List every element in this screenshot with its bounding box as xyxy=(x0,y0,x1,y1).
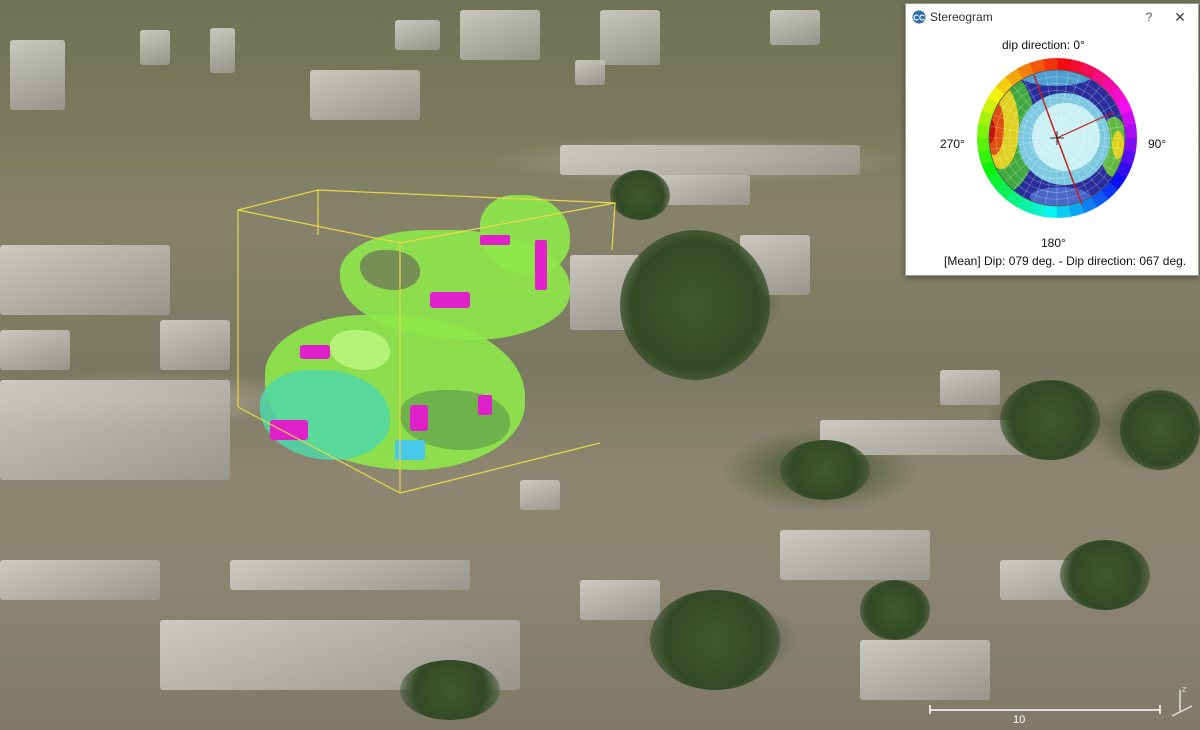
dialog-title: Stereogram xyxy=(930,10,993,24)
color-ring-segment xyxy=(1123,124,1137,139)
west-label: 270° xyxy=(940,137,965,151)
stereogram-dialog[interactable]: CC Stereogram ? ✕ dip direction: 0° 270°… xyxy=(905,3,1199,276)
color-ring-segment xyxy=(1056,204,1071,218)
scale-bar-label: 10 xyxy=(1013,714,1026,726)
south-label: 180° xyxy=(1041,236,1066,250)
axis-gizmo-icon: Z xyxy=(1171,687,1193,717)
help-button[interactable]: ? xyxy=(1140,8,1158,26)
scale-bar xyxy=(929,705,1161,714)
svg-text:CC: CC xyxy=(913,14,925,23)
dialog-titlebar[interactable]: CC Stereogram ? ✕ xyxy=(906,4,1198,30)
stereogram-plot xyxy=(977,58,1137,218)
svg-text:Z: Z xyxy=(1182,687,1187,694)
north-label: dip direction: 0° xyxy=(1002,38,1085,52)
color-ring-segment xyxy=(1043,58,1058,72)
cloudcompare-icon: CC xyxy=(912,10,926,24)
east-label: 90° xyxy=(1148,137,1167,151)
color-ring-segment xyxy=(977,137,991,152)
mean-orientation-text: [Mean] Dip: 079 deg. - Dip direction: 06… xyxy=(944,254,1187,268)
close-button[interactable]: ✕ xyxy=(1171,8,1189,26)
